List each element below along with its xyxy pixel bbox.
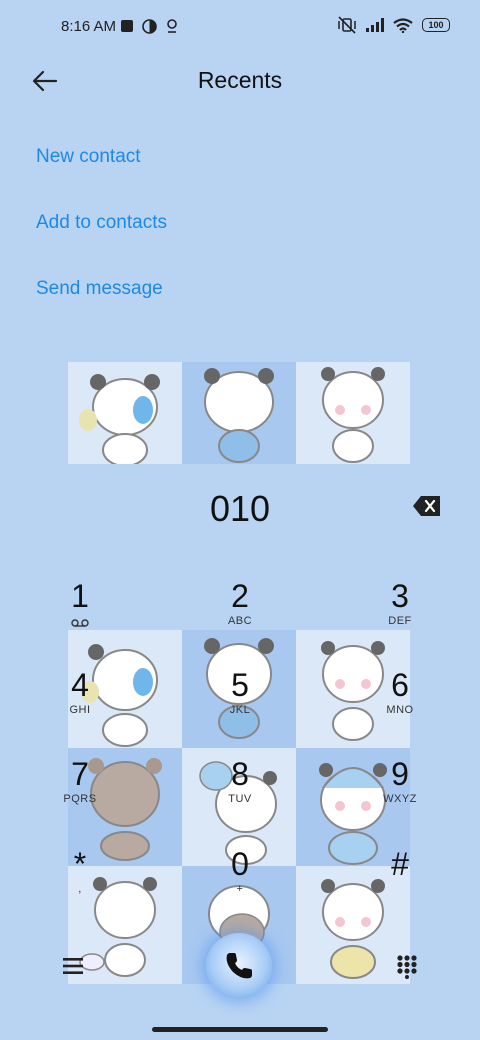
dialpad-icon[interactable] xyxy=(396,955,418,979)
backspace-icon[interactable] xyxy=(412,495,442,517)
key-letters: JKL xyxy=(229,704,251,716)
system-icons: 100 xyxy=(337,16,450,34)
voicemail-icon xyxy=(71,619,89,627)
square-app-icon xyxy=(121,20,133,32)
key-0[interactable]: 0 + xyxy=(180,848,300,938)
key-letters: TUV xyxy=(228,793,252,805)
status-bar: 8:16 AM 100 xyxy=(0,0,480,56)
key-letters: WXYZ xyxy=(383,793,417,805)
key-3[interactable]: 3 DEF xyxy=(340,580,460,670)
key-letters: MNO xyxy=(386,704,414,716)
key-digit: 2 xyxy=(231,578,249,614)
key-star[interactable]: * , xyxy=(20,848,140,938)
key-4[interactable]: 4 GHI xyxy=(20,669,140,759)
hamburger-menu-icon[interactable] xyxy=(62,956,84,976)
key-letters: , xyxy=(78,883,82,895)
status-time: 8:16 AM xyxy=(61,18,117,35)
key-5[interactable]: 5 JKL xyxy=(180,669,300,759)
panda-sticker xyxy=(182,362,296,464)
key-digit: # xyxy=(391,846,409,882)
key-digit: 7 xyxy=(71,756,89,792)
phone-icon xyxy=(226,953,252,979)
key-letters: + xyxy=(236,883,244,895)
signal-icon xyxy=(366,18,384,32)
theme-sticker-strip xyxy=(68,362,410,464)
key-7[interactable]: 7 PQRS xyxy=(20,758,140,848)
key-1[interactable]: 1 xyxy=(20,580,140,670)
key-digit: 6 xyxy=(391,667,409,703)
location-icon xyxy=(167,19,177,33)
key-digit: * xyxy=(73,846,87,882)
key-digit: 8 xyxy=(231,756,249,792)
key-2[interactable]: 2 ABC xyxy=(180,580,300,670)
panda-sticker xyxy=(68,362,182,464)
key-letters: PQRS xyxy=(63,793,97,805)
add-to-contacts-link[interactable]: Add to contacts xyxy=(36,212,167,234)
key-hash[interactable]: # xyxy=(340,848,460,938)
key-letters: DEF xyxy=(388,615,412,627)
key-digit: 5 xyxy=(231,667,249,703)
vibrate-off-icon xyxy=(338,16,356,34)
header: Recents xyxy=(0,56,480,108)
key-digit: 4 xyxy=(71,667,89,703)
new-contact-link[interactable]: New contact xyxy=(36,146,141,168)
send-message-link[interactable]: Send message xyxy=(36,278,163,300)
key-digit: 3 xyxy=(391,578,409,614)
key-digit: 1 xyxy=(71,578,89,614)
dialed-number: 010 xyxy=(209,488,271,529)
notification-icons xyxy=(120,18,179,34)
key-letters: GHI xyxy=(69,704,91,716)
key-8[interactable]: 8 TUV xyxy=(180,758,300,848)
panda-sticker xyxy=(296,362,410,464)
key-digit: 9 xyxy=(391,756,409,792)
call-button[interactable] xyxy=(206,933,272,999)
key-9[interactable]: 9 WXYZ xyxy=(340,758,460,848)
key-digit: 0 xyxy=(231,846,249,882)
key-letters: ABC xyxy=(227,615,253,627)
wifi-icon xyxy=(393,17,413,33)
key-6[interactable]: 6 MNO xyxy=(340,669,460,759)
page-title: Recents xyxy=(197,67,283,93)
battery-indicator: 100 xyxy=(422,18,450,32)
home-indicator[interactable] xyxy=(152,1027,328,1032)
circle-app-icon xyxy=(142,18,157,34)
